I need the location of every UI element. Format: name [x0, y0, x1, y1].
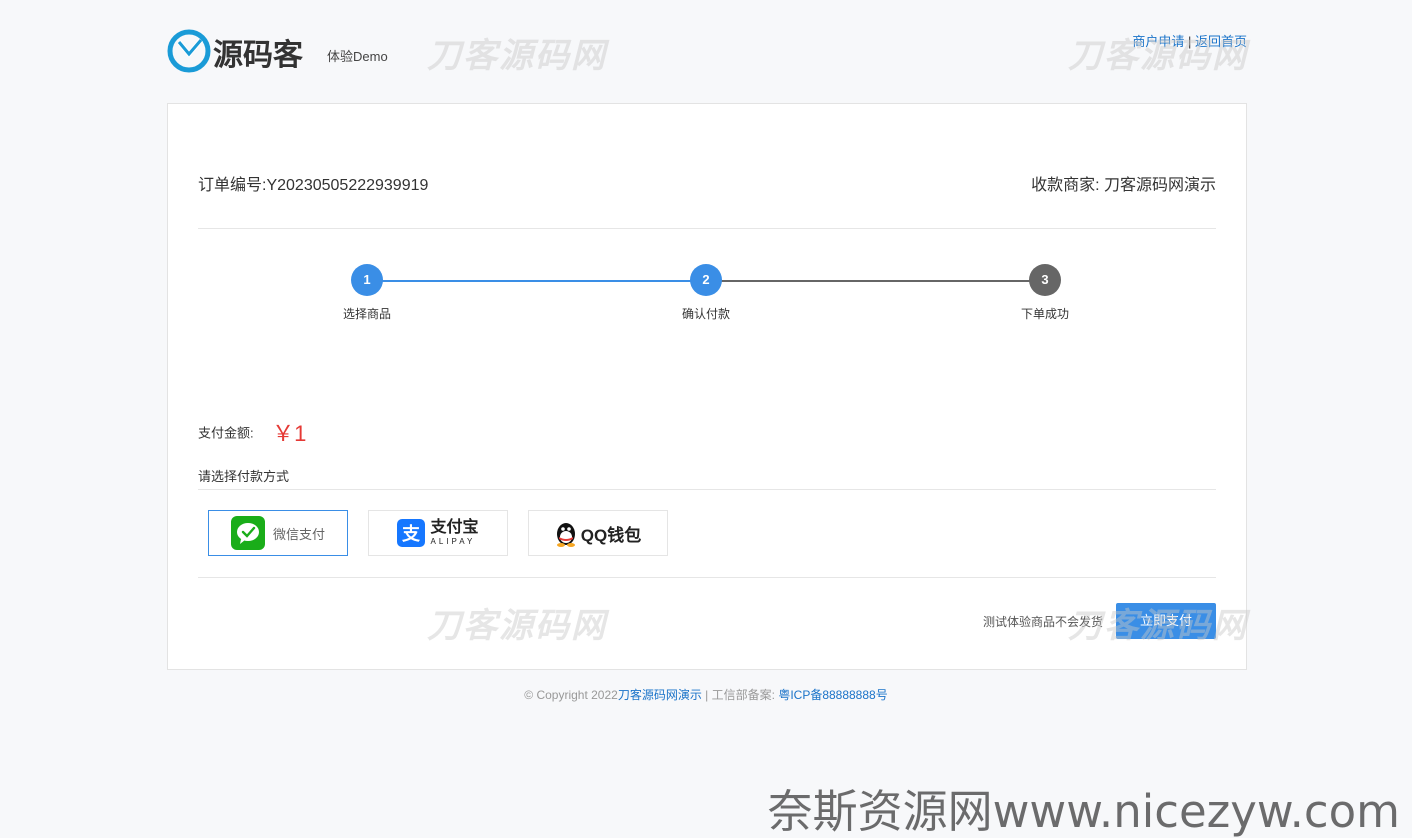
- progress-steps: 1 选择商品 2 确认付款 3 下单成功: [198, 264, 1216, 334]
- alipay-sublabel: ALIPAY: [430, 537, 476, 546]
- divider-methods: [198, 489, 1216, 490]
- step-label: 下单成功: [1020, 307, 1069, 321]
- step-order-success: 3 下单成功: [995, 264, 1095, 322]
- wechat-icon: [230, 516, 265, 550]
- logo-icon: 源码客: [167, 29, 303, 73]
- alipay-icon: 支: [397, 519, 426, 547]
- order-number: Y20230505222939919: [266, 177, 429, 194]
- step-select-goods: 1 选择商品: [317, 264, 417, 322]
- footer-site-link[interactable]: 刀客源码网演示: [618, 688, 702, 702]
- divider-bottom: [198, 577, 1216, 578]
- merchant-name: 刀客源码网演示: [1103, 177, 1216, 194]
- watermark-bottom-banner: 奈斯资源网www.nicezyw.com: [767, 785, 1400, 838]
- step-number: 2: [690, 264, 722, 296]
- alipay-label: 支付宝: [430, 519, 479, 536]
- divider-top: [198, 228, 1216, 229]
- alipay-text: 支付宝 ALIPAY: [430, 520, 478, 546]
- watermark-mid-left: 刀客源码网: [427, 606, 607, 646]
- svg-text:源码客: 源码客: [213, 38, 303, 73]
- qq-icon: [556, 523, 575, 547]
- order-card: 订单编号:Y20230505222939919 收款商家: 刀客源码网演示 1 …: [167, 103, 1247, 670]
- logo-subtitle: 体验Demo: [327, 49, 388, 64]
- step-number: 3: [1029, 264, 1061, 296]
- amount-value: ￥1: [272, 421, 307, 446]
- pay-option-wechat[interactable]: 微信支付: [208, 510, 348, 556]
- copyright-text: © Copyright 2022: [524, 688, 618, 702]
- step-label: 确认付款: [681, 307, 730, 321]
- icp-label: | 工信部备案:: [701, 688, 779, 702]
- amount-row: 支付金额: ￥1: [198, 416, 306, 448]
- wechat-label: 微信支付: [272, 526, 325, 542]
- footer: © Copyright 2022刀客源码网演示 | 工信部备案: 粤ICP备88…: [0, 686, 1412, 703]
- icp-link[interactable]: 粤ICP备88888888号: [778, 688, 887, 702]
- step-number: 1: [351, 264, 383, 296]
- order-number-label: 订单编号:: [198, 177, 267, 194]
- payment-method-title: 请选择付款方式: [198, 469, 290, 484]
- merchant-info: 收款商家: 刀客源码网演示: [1031, 171, 1216, 195]
- watermark-top-left: 刀客源码网: [427, 36, 607, 76]
- svg-text:支: 支: [401, 523, 421, 545]
- site-logo[interactable]: 源码客: [167, 28, 317, 74]
- step-confirm-payment: 2 确认付款: [656, 264, 756, 322]
- pay-option-alipay[interactable]: 支 支付宝 ALIPAY: [368, 510, 508, 556]
- watermark-top-right: 刀客源码网: [1068, 36, 1248, 76]
- order-info-row: 订单编号:Y20230505222939919 收款商家: 刀客源码网演示: [198, 171, 1216, 195]
- pay-option-qq[interactable]: QQ钱包: [528, 510, 668, 556]
- step-label: 选择商品: [342, 307, 391, 321]
- merchant-label: 收款商家:: [1031, 177, 1100, 194]
- watermark-mid-right: 刀客源码网: [1068, 606, 1248, 646]
- qq-label: QQ钱包: [580, 525, 642, 545]
- amount-label: 支付金额:: [198, 425, 254, 441]
